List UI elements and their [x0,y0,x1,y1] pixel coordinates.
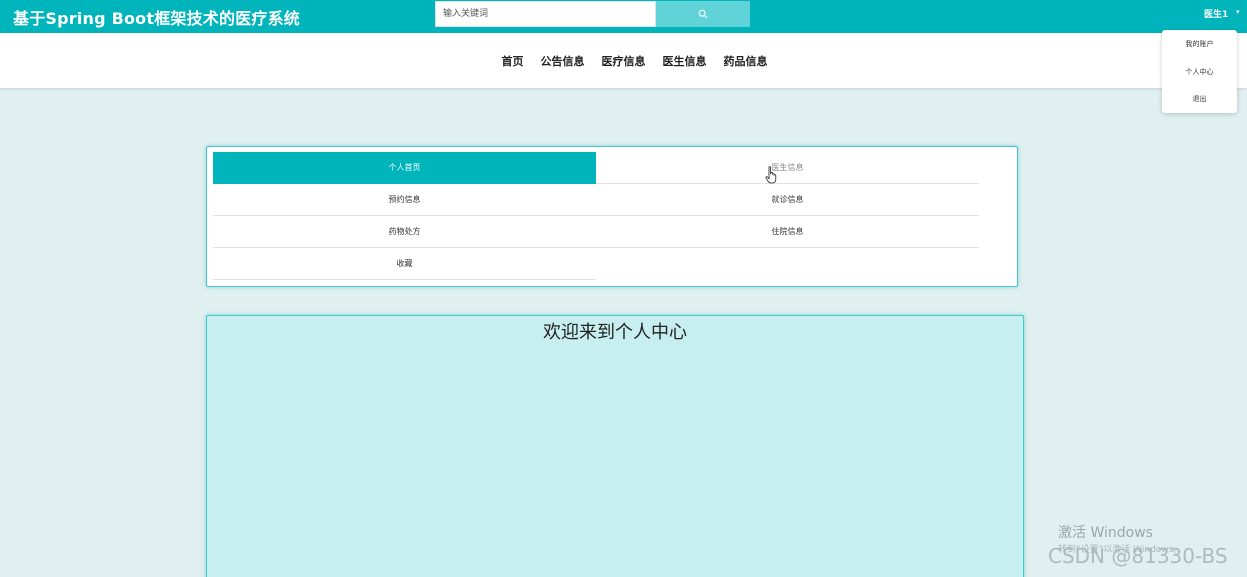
top-header: 基于Spring Boot框架技术的医疗系统 医生1 ▾ [0,0,1247,33]
nav-medical-info[interactable]: 医疗信息 [602,53,646,69]
search-button[interactable] [656,1,750,27]
menu-item-personal-home[interactable]: 个人首页 [213,152,596,184]
search-icon [698,9,708,19]
csdn-watermark: CSDN @81330-BS [1048,544,1228,568]
nav-doctor-info[interactable]: 医生信息 [663,53,707,69]
nav-drug-info[interactable]: 药品信息 [724,53,768,69]
menu-item-appointments[interactable]: 预约信息 [213,184,596,216]
nav-home[interactable]: 首页 [502,53,524,69]
hand-cursor-icon [765,166,777,184]
dropdown-item-logout[interactable]: 退出 [1162,94,1237,104]
chevron-down-icon[interactable]: ▾ [1236,8,1240,16]
menu-item-favorites[interactable]: 收藏 [213,248,596,280]
menu-item-prescriptions[interactable]: 药物处方 [213,216,596,248]
menu-item-hospitalization[interactable]: 住院信息 [596,216,979,248]
dropdown-item-personal-center[interactable]: 个人中心 [1162,67,1237,77]
nav-items: 首页 公告信息 医疗信息 医生信息 药品信息 [0,33,1247,88]
menu-item-doctor-info[interactable]: 医生信息 [596,152,979,184]
personal-center-menu: 个人首页 医生信息 预约信息 就诊信息 药物处方 住院信息 收藏 [206,146,1018,287]
main-nav: 首页 公告信息 医疗信息 医生信息 药品信息 [0,33,1247,88]
welcome-title: 欢迎来到个人中心 [543,322,687,343]
user-dropdown-menu: 我的账户 个人中心 退出 [1162,30,1237,113]
search-input[interactable] [435,1,656,27]
welcome-panel: 欢迎来到个人中心 [206,315,1024,577]
site-title: 基于Spring Boot框架技术的医疗系统 [13,9,300,28]
user-name[interactable]: 医生1 [1204,7,1228,20]
nav-announcements[interactable]: 公告信息 [541,53,585,69]
dropdown-item-my-account[interactable]: 我的账户 [1162,39,1237,49]
menu-item-visits[interactable]: 就诊信息 [596,184,979,216]
windows-activation-watermark: 激活 Windows [1058,525,1153,541]
